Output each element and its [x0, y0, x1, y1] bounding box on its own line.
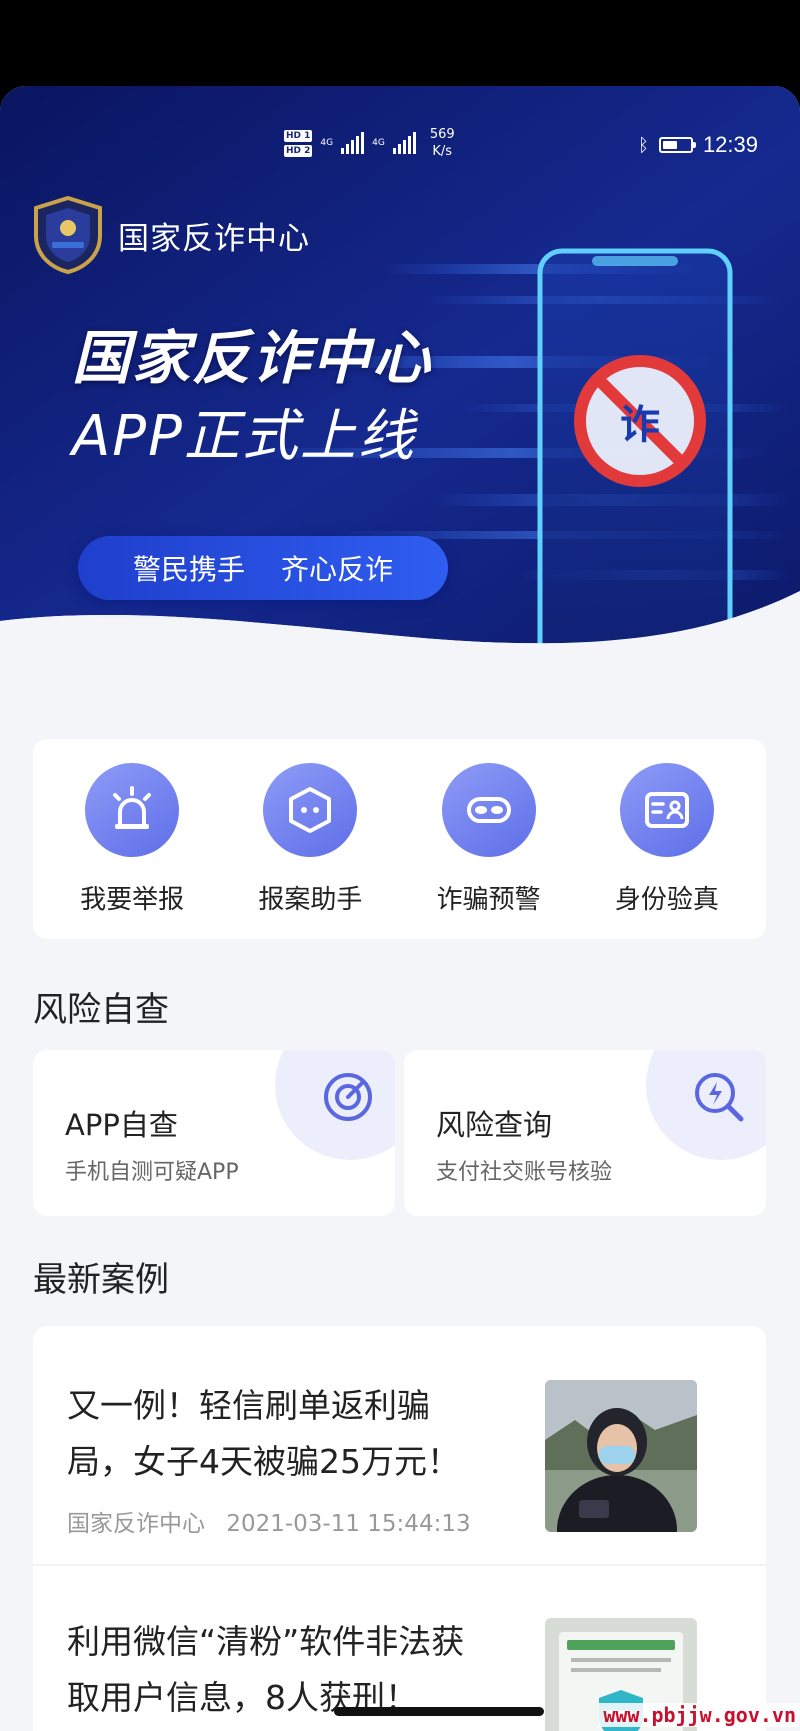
latest-cases-title: 最新案例: [33, 1260, 169, 1300]
robot-face-icon: [263, 762, 358, 857]
list-item[interactable]: 又一例！轻信刷单返利骗局，女子4天被骗25万元！ 国家反诈中心 2021-03-…: [33, 1326, 766, 1564]
identity-verify-button[interactable]: 身份验真: [582, 762, 752, 916]
hd-badge-2: HD 2: [284, 144, 313, 157]
battery-icon: [658, 137, 696, 153]
fraud-character-badge: 诈: [620, 402, 660, 448]
case-assistant-button[interactable]: 报案助手: [225, 762, 395, 916]
risk-query-subtitle: 支付社交账号核验: [436, 1160, 613, 1185]
report-label: 我要举报: [80, 884, 185, 915]
signal-group: HD 1 HD 2 4G 4G 569 K/s: [284, 126, 455, 160]
risk-check-title: 风险自查: [33, 990, 169, 1030]
hero-banner[interactable]: 诈 HD 1 HD 2 4G 4G 569 K/s ᛒ 12:39 国家反诈中心…: [0, 86, 800, 706]
app-self-check-subtitle: 手机自测可疑APP: [65, 1160, 239, 1185]
case-meta: 国家反诈中心 2021-03-11 15:44:13: [67, 1504, 471, 1538]
network-speed-value: 569: [429, 127, 455, 142]
network-type-2: 4G: [372, 138, 385, 148]
case-source: 国家反诈中心: [67, 1511, 205, 1537]
latest-cases-list: 又一例！轻信刷单返利骗局，女子4天被骗25万元！ 国家反诈中心 2021-03-…: [33, 1326, 766, 1731]
app-name: 国家反诈中心: [118, 220, 310, 257]
hd-badge-1: HD 1: [284, 129, 313, 142]
home-indicator[interactable]: [334, 1707, 544, 1716]
police-shield-logo-icon: [34, 196, 102, 274]
camera-notch-area: [0, 0, 800, 88]
target-scan-icon: [324, 1073, 372, 1121]
network-speed: 569 K/s: [430, 126, 455, 160]
risk-query-title: 风险查询: [436, 1108, 553, 1142]
banner-slogan: 警民携手 齐心反诈: [78, 536, 448, 600]
banner-subheadline: APP正式上线: [72, 404, 416, 469]
fraud-warning-label: 诈骗预警: [436, 884, 541, 915]
app-self-check-title: APP自查: [65, 1108, 178, 1142]
slogan-right: 齐心反诈: [281, 553, 394, 586]
id-card-icon: [619, 762, 714, 857]
status-bar: HD 1 HD 2 4G 4G 569 K/s ᛒ 12:39: [0, 126, 800, 166]
case-assistant-label: 报案助手: [258, 884, 363, 915]
identity-verify-label: 身份验真: [614, 884, 719, 915]
signal-bars-2-icon: [392, 132, 416, 154]
source-watermark: www.pbjjw.gov.vn: [599, 1703, 800, 1727]
quick-actions-panel: 我要举报 报案助手 诈骗预警 身份验真: [33, 739, 766, 939]
app-self-check-card[interactable]: APP自查 手机自测可疑APP: [33, 1050, 395, 1216]
case-title: 又一例！轻信刷单返利骗局，女子4天被骗25万元！: [67, 1386, 460, 1481]
network-type-1: 4G: [320, 138, 334, 148]
network-speed-unit: K/s: [432, 144, 453, 159]
app-brand: 国家反诈中心: [32, 196, 310, 274]
status-time: 12:39: [702, 132, 758, 157]
risk-query-card[interactable]: 风险查询 支付社交账号核验: [404, 1050, 766, 1216]
search-lightning-icon: [695, 1073, 744, 1122]
fraud-warning-button[interactable]: 诈骗预警: [404, 762, 574, 916]
app-screen: 诈 HD 1 HD 2 4G 4G 569 K/s ᛒ 12:39 国家反诈中心…: [0, 86, 800, 1731]
bluetooth-icon: ᛒ: [638, 134, 649, 156]
alarm-light-icon: [85, 762, 180, 857]
mask-icon: [441, 762, 536, 857]
slogan-left: 警民携手: [132, 553, 245, 586]
case-thumbnail: [545, 1380, 697, 1532]
report-button[interactable]: 我要举报: [47, 762, 217, 916]
signal-bars-1-icon: [341, 132, 365, 154]
case-timestamp: 2021-03-11 15:44:13: [226, 1511, 471, 1537]
banner-headline: 国家反诈中心: [72, 324, 433, 392]
